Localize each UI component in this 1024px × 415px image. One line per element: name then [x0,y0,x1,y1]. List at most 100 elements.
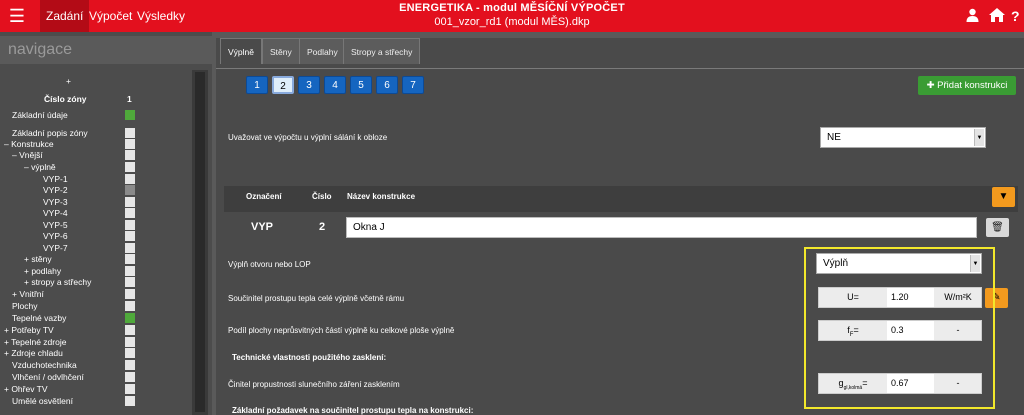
sidebar-item[interactable]: VYP-2 [0,185,190,196]
status-box [125,174,135,184]
scrollbar-thumb[interactable] [195,72,205,412]
sidebar-item-label: + podlahy [24,266,62,276]
opening-label: Výplň otvoru nebo LOP [228,260,311,269]
sidebar-item-label: Umělé osvětlení [12,396,73,406]
tab-divider [216,68,1024,69]
sidebar-item[interactable]: VYP-5 [0,220,190,231]
sidebar-item-label: Základní popis zóny [12,128,88,138]
u-label: Součinitel prostupu tepla celé výplně vč… [228,294,405,303]
header-number: Číslo [312,192,332,201]
main-content: Výplně Stěny Podlahy Stropy a střechy 1 … [216,38,1024,415]
sidebar-item-label: Tepelné vazby [12,313,67,323]
status-box [125,301,135,311]
glazing-heading: Technické vlastnosti použitého zasklení: [232,353,387,362]
status-box [125,231,135,241]
home-icon[interactable] [989,8,1005,25]
sidebar-item-label: + Zdroje chladu [4,348,63,358]
sidebar-item-label: VYP-6 [43,231,68,241]
user-icon[interactable] [966,8,979,25]
sidebar-item[interactable]: Základní popis zóny [0,128,190,139]
app-title: ENERGETIKA - modul MĚSÍČNÍ VÝPOČET [399,2,625,14]
sidebar-item[interactable]: – Konstrukce [0,139,190,150]
ff-label: Podíl plochy neprůsvitných částí výplně … [228,326,455,335]
expand-all-icon[interactable]: + [66,76,86,87]
radiation-select[interactable]: NE ▼ [820,127,986,148]
sidebar-item[interactable]: Plochy [0,301,190,312]
construction-name-input[interactable]: Okna J [346,217,977,238]
status-box [125,325,135,335]
sidebar-item[interactable]: + Zdroje chladu [0,348,190,359]
requirements-heading: Základní požadavek na součinitel prostup… [232,406,474,415]
sidebar-item[interactable]: + Tepelné zdroje [0,337,190,348]
sidebar-item[interactable]: VYP-6 [0,231,190,242]
sidebar-item[interactable]: Základní údaje [0,110,190,121]
sidebar-item-label: + Vnitřní [12,289,44,299]
sidebar-item-label: + Potřeby TV [4,325,54,335]
tab-vyplne[interactable]: Výplně [220,38,262,64]
header-code: Označení [246,192,282,201]
construction-code: VYP [251,221,274,233]
status-box [125,162,135,172]
sidebar-item-label: VYP-4 [43,208,68,218]
sidebar-title: navigace [0,36,212,64]
sidebar-item-label: Vlhčení / odvlhčení [12,372,84,382]
status-box [125,348,135,358]
zone-label: Číslo zóny [44,94,87,104]
sidebar-item-label: VYP-3 [43,197,68,207]
file-name: 001_vzor_rd1 (modul MĚS).dkp [434,16,590,28]
tab-steny[interactable]: Stěny [262,38,300,64]
construction-1-button[interactable]: 1 [246,76,268,94]
top-bar: ☰ Zadání Výpočet Výsledky ENERGETIKA - m… [0,0,1024,32]
status-box [125,150,135,160]
sidebar-item[interactable]: + podlahy [0,266,190,277]
delete-icon[interactable]: 🗑 [986,218,1009,237]
radiation-label: Uvažovat ve výpočtu u výplní sálání k ob… [228,133,388,142]
sidebar-item[interactable]: + stěny [0,254,190,265]
question-icon[interactable]: ? [1011,8,1020,24]
construction-5-button[interactable]: 5 [350,76,372,94]
construction-6-button[interactable]: 6 [376,76,398,94]
sidebar-item[interactable]: + stropy a střechy [0,277,190,288]
construction-4-button[interactable]: 4 [324,76,346,94]
sidebar-item[interactable]: Vlhčení / odvlhčení [0,372,190,383]
construction-table-header: Označení Číslo Název konstrukce ▼ [224,186,1018,212]
add-construction-button[interactable]: ✚ Přidat konstrukci [918,76,1016,95]
sidebar-item[interactable]: + Potřeby TV [0,325,190,336]
sidebar-scrollbar[interactable] [192,70,208,415]
construction-2-button[interactable]: 2 [272,76,294,94]
construction-3-button[interactable]: 3 [298,76,320,94]
sidebar-item[interactable]: VYP-1 [0,174,190,185]
sidebar-item[interactable]: Tepelné vazby [0,313,190,324]
sidebar-item[interactable]: VYP-7 [0,243,190,254]
status-box [125,360,135,370]
status-box [125,313,135,323]
sidebar-item[interactable]: Vzduchotechnika [0,360,190,371]
chevron-down-icon: ▼ [974,129,984,146]
sidebar-item[interactable]: VYP-3 [0,197,190,208]
highlight-box [804,247,995,409]
construction-number: 2 [319,221,326,233]
sidebar-item[interactable]: – Vnější [0,150,190,161]
status-box [125,110,135,120]
sidebar-item-label: + stěny [24,254,52,264]
sidebar-item[interactable]: – výplně [0,162,190,173]
sidebar-item-label: + stropy a střechy [24,277,92,287]
sidebar-item[interactable]: + Vnitřní [0,289,190,300]
sidebar-item[interactable]: + Ohřev TV [0,384,190,395]
status-box [125,197,135,207]
status-box [125,128,135,138]
status-box [125,277,135,287]
sidebar-item-label: VYP-7 [43,243,68,253]
sidebar-item-label: + Ohřev TV [4,384,48,394]
construction-7-button[interactable]: 7 [402,76,424,94]
move-down-icon[interactable]: ▼ [992,187,1015,207]
sidebar-item[interactable]: VYP-4 [0,208,190,219]
sidebar-item-label: Vzduchotechnika [12,360,77,370]
tab-stropy-a-strechy[interactable]: Stropy a střechy [343,38,421,64]
sidebar-item-label: + Tepelné zdroje [4,337,67,347]
sidebar-item-label: VYP-5 [43,220,68,230]
navigation-sidebar: navigace + Číslo zóny 1 Základní údaje Zá… [0,32,212,415]
sidebar-item[interactable]: Umělé osvětlení [0,396,190,407]
status-box [125,208,135,218]
tab-podlahy[interactable]: Podlahy [299,38,346,64]
